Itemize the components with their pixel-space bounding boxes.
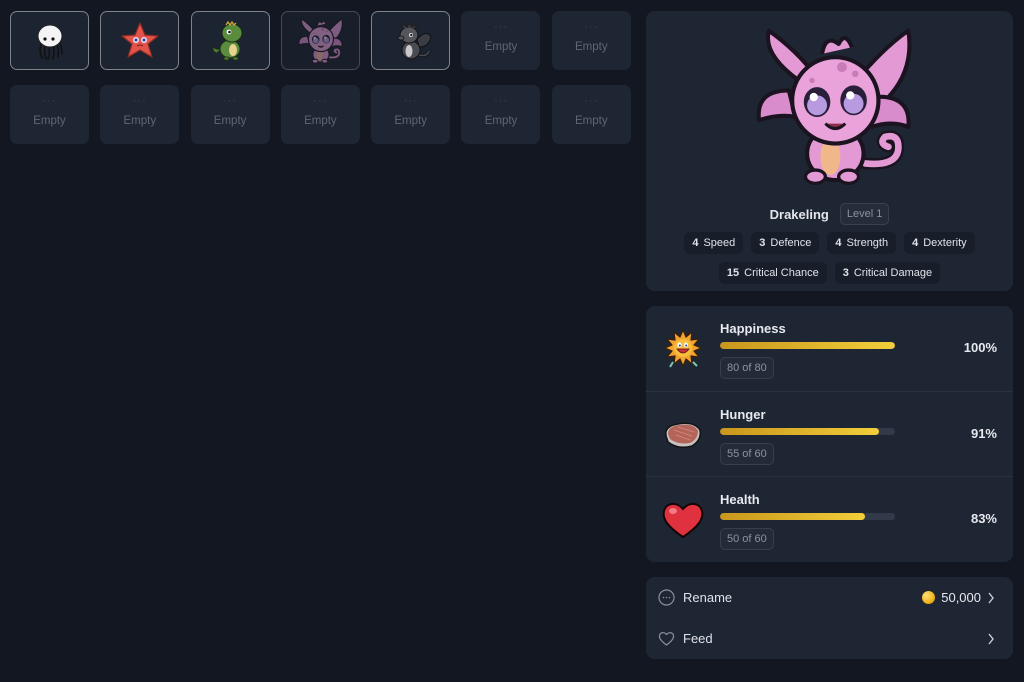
need-health: Health 50 of 60 83% [646, 476, 1013, 561]
coin-icon [922, 591, 936, 604]
feed-chevron [987, 633, 995, 645]
inventory-slot-14[interactable]: ··· Empty [551, 85, 631, 144]
stat-dexterity: 4 Dexterity [904, 232, 975, 254]
need-count: 55 of 60 [720, 443, 774, 465]
pet-actions-card: Rename 50,000 Feed [646, 577, 1013, 659]
hunger-progress-fill [720, 428, 880, 435]
pet-needs-card: Happiness 80 of 80 100% Hunger 55 of 60 … [646, 306, 1013, 562]
inventory-slot-1[interactable] [10, 11, 89, 70]
pet-detail-card: Drakeling Level 1 4 Speed 3 Defence 4 Stren… [646, 11, 1013, 291]
more-dots-icon: ··· [42, 94, 57, 107]
pet-name-row: Drakeling Level 1 [646, 203, 1013, 225]
empty-slot-label: Empty [394, 114, 427, 127]
inventory-slot-2[interactable] [100, 11, 180, 70]
feed-label: Feed [683, 631, 713, 646]
black-dragon-pet-icon [387, 17, 435, 65]
need-percent: 91% [970, 426, 997, 441]
stat-critical-damage: 3 Critical Damage [834, 262, 941, 284]
inventory-slot-7[interactable]: ··· Empty [551, 11, 631, 70]
happy-sun-icon [664, 329, 702, 368]
inventory-slot-8[interactable]: ··· Empty [10, 85, 89, 144]
stat-strength: 4 Strength [827, 232, 897, 254]
rename-cost-value: 50,000 [941, 590, 981, 605]
more-dots-icon: ··· [403, 94, 418, 107]
stat-defence: 3 Defence [751, 232, 820, 254]
stat-critical-chance: 15 Critical Chance [718, 262, 827, 284]
rename-label: Rename [683, 590, 733, 605]
more-dots-icon: ··· [584, 94, 599, 107]
happiness-progress-fill [720, 342, 895, 349]
hunger-progress-bar [720, 428, 895, 435]
heart-icon [662, 503, 704, 539]
inventory-slot-11[interactable]: ··· Empty [280, 85, 360, 144]
need-label: Health [720, 492, 760, 507]
inventory-slot-3[interactable] [190, 11, 270, 70]
need-percent: 83% [970, 511, 997, 526]
empty-slot-label: Empty [304, 114, 337, 127]
inventory-slot-12[interactable]: ··· Empty [371, 85, 451, 144]
pet-inventory-grid: ··· Empty ··· Empty ··· Empty ··· Empty … [10, 11, 631, 144]
empty-slot-label: Empty [33, 114, 66, 127]
more-dots-icon: ··· [132, 94, 147, 107]
empty-slot-label: Empty [484, 114, 518, 127]
inventory-slot-4-selected[interactable] [280, 11, 360, 70]
stats-row-primary: 4 Speed 3 Defence 4 Strength 4 Dexterity [646, 232, 1013, 254]
starfish-pet-icon [116, 17, 164, 65]
more-dots-icon: ··· [584, 20, 599, 33]
ellipsis-circle-icon [658, 589, 675, 606]
stats-row-critical: 15 Critical Chance 3 Critical Damage [646, 262, 1013, 284]
empty-slot-label: Empty [213, 114, 247, 127]
more-dots-icon: ··· [223, 94, 238, 107]
rename-cost: 50,000 [922, 590, 995, 605]
level-badge: Level 1 [839, 203, 890, 225]
stat-speed: 4 Speed [684, 232, 744, 254]
rename-button[interactable]: Rename 50,000 [646, 577, 1013, 618]
more-dots-icon: ··· [313, 94, 328, 107]
steak-icon [664, 422, 702, 449]
inventory-slot-10[interactable]: ··· Empty [190, 85, 270, 144]
drakeling-pet-icon [296, 17, 344, 65]
empty-slot-label: Empty [123, 114, 157, 127]
need-percent: 100% [963, 340, 997, 355]
health-progress-fill [720, 513, 866, 520]
jellyfish-pet-icon [26, 17, 74, 65]
empty-slot-label: Empty [484, 40, 518, 53]
chevron-right-icon [988, 633, 994, 644]
green-dino-pet-icon [206, 17, 254, 65]
heart-outline-icon [658, 632, 675, 646]
inventory-slot-9[interactable]: ··· Empty [100, 85, 180, 144]
drakeling-portrait-icon [749, 17, 915, 197]
empty-slot-label: Empty [574, 114, 608, 127]
need-happiness: Happiness 80 of 80 100% [646, 306, 1013, 391]
more-dots-icon: ··· [493, 94, 508, 107]
happiness-progress-bar [720, 342, 895, 349]
chevron-right-icon [988, 592, 994, 603]
inventory-slot-13[interactable]: ··· Empty [461, 85, 541, 144]
need-count: 50 of 60 [720, 528, 774, 550]
more-dots-icon: ··· [493, 20, 508, 33]
need-label: Hunger [720, 407, 766, 422]
need-hunger: Hunger 55 of 60 91% [646, 391, 1013, 476]
pet-name: Drakeling [769, 206, 829, 222]
health-progress-bar [720, 513, 895, 520]
need-count: 80 of 80 [720, 357, 774, 379]
inventory-slot-6[interactable]: ··· Empty [461, 11, 541, 70]
inventory-slot-5[interactable] [371, 11, 451, 70]
feed-button[interactable]: Feed [646, 618, 1013, 659]
need-label: Happiness [720, 321, 786, 336]
empty-slot-label: Empty [574, 40, 608, 53]
